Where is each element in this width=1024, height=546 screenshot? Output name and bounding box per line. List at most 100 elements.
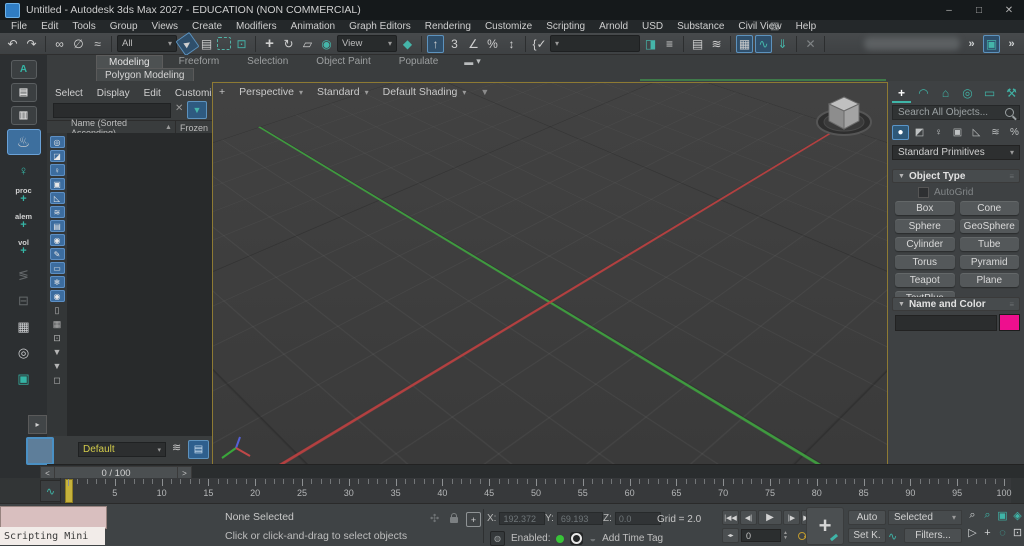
zoom-extents-all-icon[interactable]: ◈: [1011, 508, 1024, 523]
selection-lock-icon[interactable]: [450, 513, 458, 526]
render-presets-icon[interactable]: ✕: [802, 35, 819, 53]
cone-button[interactable]: Cone: [959, 201, 1019, 215]
helpers-category-icon[interactable]: ◺: [968, 125, 985, 140]
frame-spinner[interactable]: ▲ ▼: [783, 530, 788, 541]
use-pivot-point-icon[interactable]: ◆: [399, 35, 416, 53]
schematic-view-icon[interactable]: ∿: [755, 34, 772, 53]
time-slider-track[interactable]: < 0 / 100 >: [40, 464, 1024, 480]
perspective-viewport[interactable]: + Perspective Standard Default Shading ▼: [212, 82, 888, 466]
motion-tab[interactable]: ◎: [958, 84, 977, 101]
display-influences-icon[interactable]: ▯: [50, 304, 65, 316]
bind-to-space-warp-icon[interactable]: ≈: [89, 35, 106, 53]
named-selection-dropdown[interactable]: [550, 35, 640, 52]
go-to-start-button[interactable]: |◀◀: [722, 510, 739, 525]
add-time-tag[interactable]: Add Time Tag: [602, 533, 663, 544]
geosphere-button[interactable]: GeoSphere: [959, 219, 1019, 233]
viewport-style-label[interactable]: Standard: [317, 86, 369, 98]
cylinder-button[interactable]: Cylinder: [895, 237, 955, 251]
undo-icon[interactable]: ↶: [4, 35, 21, 53]
menu-item[interactable]: Rendering: [418, 21, 478, 32]
tab-modeling[interactable]: Modeling: [96, 54, 163, 69]
track-ruler[interactable]: 5 10 15 20 25 30 35 40 45 50 55 60 65 70 75 80 85 90 95 100: [60, 478, 1012, 503]
checkbox[interactable]: [918, 187, 929, 198]
select-and-move-icon[interactable]: +: [261, 35, 278, 53]
arnold-denoiser-icon[interactable]: ⊟: [8, 289, 40, 311]
display-tab[interactable]: ▭: [980, 84, 999, 101]
arnold-procedural-icon[interactable]: proc +: [8, 185, 40, 207]
explorer-search-input[interactable]: [53, 103, 171, 118]
viewport-menu-plus[interactable]: +: [219, 86, 225, 98]
search-all-objects-input[interactable]: Search All Objects...: [892, 105, 1020, 120]
modify-tab[interactable]: ◠: [914, 84, 933, 101]
enabled-toggle[interactable]: [570, 532, 584, 545]
scene-explorer-toggle-icon[interactable]: ▤: [188, 440, 209, 459]
lights-category-icon[interactable]: ♀: [930, 125, 947, 140]
workspace-icon[interactable]: ▨: [770, 21, 779, 32]
align-icon[interactable]: ≡: [661, 35, 678, 53]
tab-selection[interactable]: Selection: [235, 55, 300, 68]
tube-button[interactable]: Tube: [959, 237, 1019, 251]
object-name-input[interactable]: [895, 315, 997, 331]
spacewarps-category-icon[interactable]: ≋: [987, 125, 1004, 140]
tab-object-paint[interactable]: Object Paint: [304, 55, 382, 68]
name-and-color-rollout[interactable]: ▼ Name and Color ≡: [892, 297, 1020, 311]
angle-snap-icon[interactable]: ∠: [465, 35, 482, 53]
container-icon[interactable]: ◻: [50, 374, 65, 386]
y-field[interactable]: 69.193: [556, 512, 603, 525]
z-field[interactable]: 0.0: [614, 512, 661, 525]
primitives-dropdown[interactable]: Standard Primitives: [892, 145, 1020, 160]
arnold-render-teapot-icon[interactable]: ♨: [6, 129, 41, 155]
isolate-selection-icon[interactable]: ✣: [430, 512, 439, 525]
menu-item[interactable]: Modifiers: [229, 21, 284, 32]
systems-category-icon[interactable]: %: [1006, 125, 1023, 140]
explorer-menu[interactable]: Display: [97, 88, 130, 99]
use-selection-center-icon[interactable]: ↑: [427, 34, 444, 53]
filter-funnel-icon[interactable]: ▼: [50, 346, 65, 358]
snaps-toggle-icon[interactable]: 3: [446, 35, 463, 53]
plane-button[interactable]: Plane: [959, 273, 1019, 287]
filter-groups-icon[interactable]: ▤: [49, 220, 65, 232]
time-marker[interactable]: [65, 479, 73, 503]
viewport-layout-tab[interactable]: [26, 437, 54, 465]
menu-item[interactable]: Graph Editors: [342, 21, 418, 32]
torus-button[interactable]: Torus: [895, 255, 955, 269]
curve-editor-icon[interactable]: ▦: [736, 34, 753, 53]
select-and-rotate-icon[interactable]: ↻: [280, 35, 297, 53]
tab-freeform[interactable]: Freeform: [167, 55, 232, 68]
filter-xrefs-icon[interactable]: ◉: [49, 234, 65, 246]
filter-lights-icon[interactable]: ♀: [49, 164, 65, 176]
select-by-name-icon[interactable]: ▤: [198, 35, 215, 53]
key-icon[interactable]: [797, 531, 806, 540]
degradation-toggle-icon[interactable]: ◍: [490, 531, 505, 546]
display-children-icon[interactable]: ▦: [50, 318, 65, 330]
hierarchy-tab[interactable]: ⌂: [936, 84, 955, 101]
display-expand-icon[interactable]: ⊡: [50, 332, 65, 344]
arnold-tx-manager-icon[interactable]: ▥: [10, 106, 37, 125]
zoom-extents-icon[interactable]: ▣: [996, 508, 1009, 523]
menu-item[interactable]: Scripting: [539, 21, 592, 32]
filter-shapes-icon[interactable]: ✎: [49, 248, 65, 260]
arnold-light-group-icon[interactable]: ◎: [8, 341, 40, 363]
mirror-icon[interactable]: ◨: [642, 35, 659, 53]
filter-all-icon[interactable]: ◎: [49, 136, 65, 148]
tab-populate[interactable]: Populate: [387, 55, 450, 68]
menu-item[interactable]: Substance: [670, 21, 731, 32]
scripting-mini-label[interactable]: Scripting Mini: [0, 527, 105, 545]
explorer-object-list[interactable]: [67, 133, 212, 436]
arnold-lpe-window-icon[interactable]: ▤: [10, 83, 37, 102]
object-type-rollout[interactable]: ▼ Object Type ≡: [892, 169, 1020, 183]
menu-item[interactable]: Group: [103, 21, 145, 32]
arnold-operator-icon[interactable]: ▣: [8, 367, 40, 389]
sphere-button[interactable]: Sphere: [895, 219, 955, 233]
absolute-mode-toggle[interactable]: +: [466, 512, 481, 527]
utilities-tab[interactable]: ⚒: [1002, 84, 1021, 101]
arnold-aov-icon[interactable]: ▦: [8, 315, 40, 337]
render-frame-icon[interactable]: ▣: [983, 34, 1000, 53]
menu-item[interactable]: Animation: [284, 21, 342, 32]
menu-item[interactable]: File: [4, 21, 34, 32]
auto-key-button[interactable]: Auto: [848, 510, 886, 525]
menu-item[interactable]: Civil View: [731, 21, 788, 32]
teapot-button[interactable]: Teapot: [895, 273, 955, 287]
menu-item[interactable]: Tools: [65, 21, 102, 32]
edit-named-selections-icon[interactable]: {✓: [531, 35, 548, 53]
